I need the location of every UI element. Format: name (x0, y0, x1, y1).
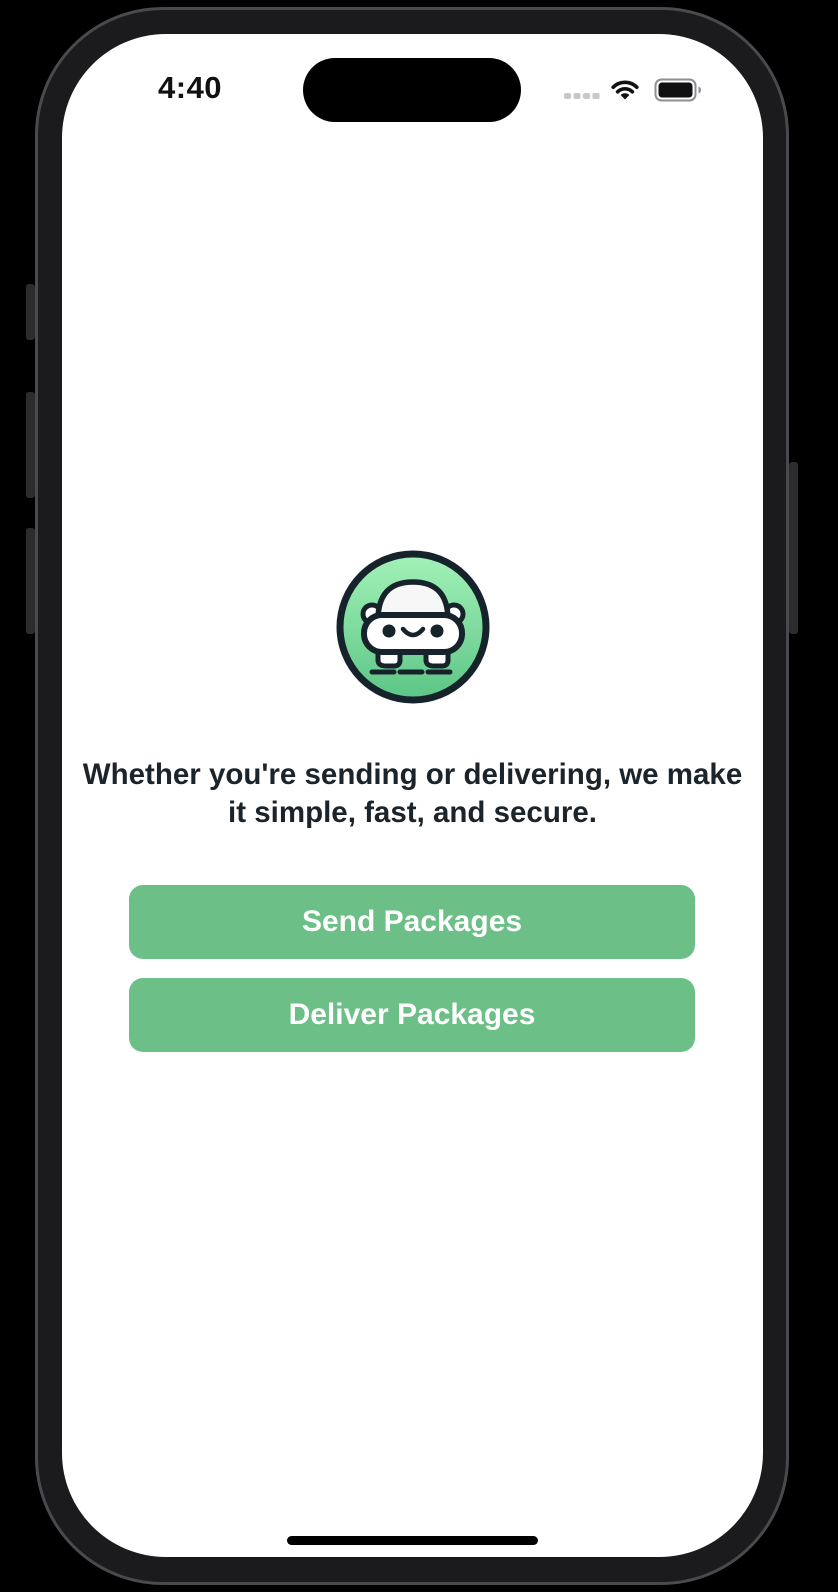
battery-icon (654, 78, 701, 102)
dynamic-island (303, 58, 521, 122)
onboarding-headline: Whether you're sending or delivering, we… (82, 758, 743, 829)
app-screen: 4:40 Whether you're sending or deliverin… (62, 34, 763, 1557)
wifi-icon (611, 80, 639, 100)
volume-down-button (26, 528, 35, 634)
cellular-signal-icon (564, 93, 600, 99)
volume-up-button (26, 392, 35, 498)
power-button (789, 462, 798, 634)
send-packages-button[interactable]: Send Packages (129, 885, 695, 959)
home-indicator[interactable] (287, 1536, 538, 1545)
status-time: 4:40 (158, 70, 223, 105)
deliver-packages-button[interactable]: Deliver Packages (129, 978, 695, 1052)
action-button (26, 284, 35, 340)
delivery-mascot-logo-icon (336, 550, 490, 704)
